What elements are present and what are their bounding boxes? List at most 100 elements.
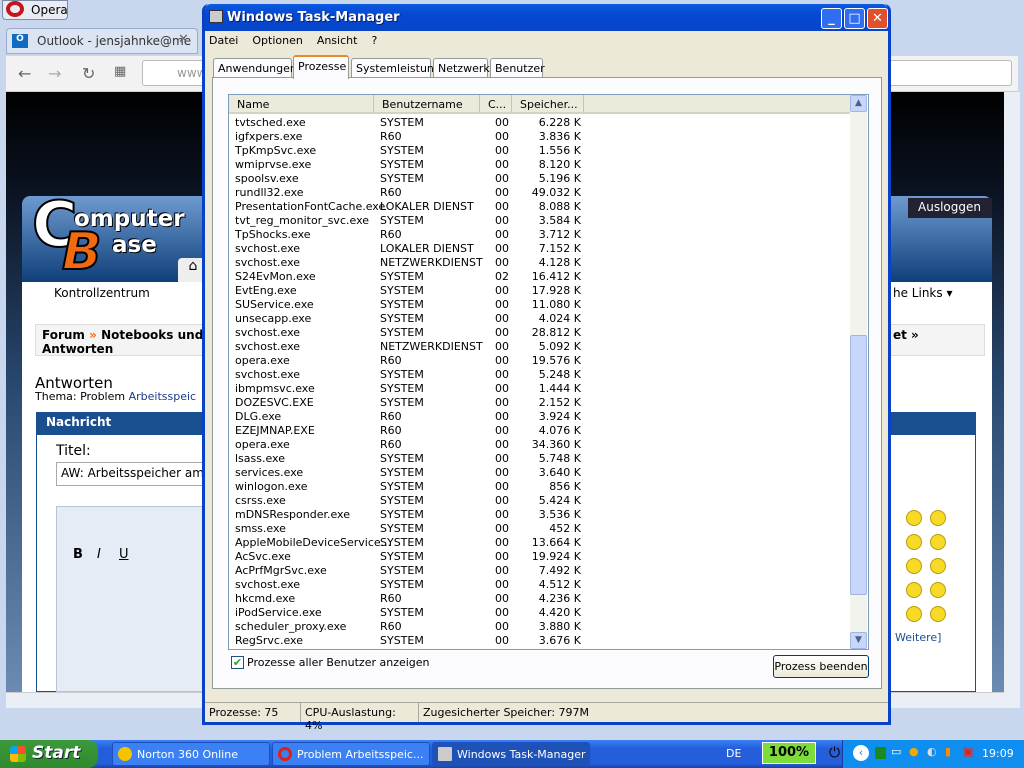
- list-scrollbar[interactable]: ▲ ▼: [850, 95, 867, 649]
- process-row[interactable]: DLG.exe R60 00 3.924 K: [229, 410, 850, 424]
- title-bar[interactable]: Windows Task-Manager: [205, 4, 888, 31]
- logout-link[interactable]: Ausloggen: [908, 198, 992, 218]
- process-row[interactable]: AcPrfMgrSvc.exe SYSTEM 00 7.492 K: [229, 564, 850, 578]
- menu-ansicht[interactable]: Ansicht: [317, 34, 358, 48]
- process-row[interactable]: EZEJMNAP.EXE R60 00 4.076 K: [229, 424, 850, 438]
- show-hidden-icons-button[interactable]: ‹: [853, 745, 869, 761]
- process-row[interactable]: S24EvMon.exe SYSTEM 02 16.412 K: [229, 270, 850, 284]
- process-row[interactable]: svchost.exe SYSTEM 00 28.812 K: [229, 326, 850, 340]
- process-row[interactable]: opera.exe R60 00 34.360 K: [229, 438, 850, 452]
- underline-icon[interactable]: U: [119, 547, 129, 562]
- process-row[interactable]: AcSvc.exe SYSTEM 00 19.924 K: [229, 550, 850, 564]
- forward-icon[interactable]: →: [48, 64, 61, 83]
- process-row[interactable]: ibmpmsvc.exe SYSTEM 00 1.444 K: [229, 382, 850, 396]
- process-row[interactable]: lsass.exe SYSTEM 00 5.748 K: [229, 452, 850, 466]
- vertical-scrollbar[interactable]: [1004, 92, 1020, 708]
- battery-indicator[interactable]: 100%: [762, 742, 816, 764]
- tab-prozesse[interactable]: Prozesse: [293, 55, 349, 79]
- process-row[interactable]: hkcmd.exe R60 00 4.236 K: [229, 592, 850, 606]
- network-icon[interactable]: ▣: [963, 745, 973, 758]
- language-indicator[interactable]: DE: [726, 747, 741, 760]
- tab-close-icon[interactable]: ✕: [178, 32, 189, 47]
- more-smilies-link[interactable]: Weitere]: [895, 631, 941, 644]
- wireless-icon[interactable]: ▭: [891, 745, 901, 758]
- nav-links-menu[interactable]: he Links ▾: [893, 286, 952, 300]
- tray-app-icon[interactable]: [875, 747, 886, 759]
- process-row[interactable]: scheduler_proxy.exe R60 00 3.880 K: [229, 620, 850, 634]
- menu-optionen[interactable]: Optionen: [252, 34, 302, 48]
- title-input[interactable]: AW: Arbeitsspeicher am: [56, 462, 206, 486]
- minimize-button[interactable]: _: [821, 8, 842, 29]
- process-row[interactable]: EvtEng.exe SYSTEM 00 17.928 K: [229, 284, 850, 298]
- process-row[interactable]: services.exe SYSTEM 00 3.640 K: [229, 466, 850, 480]
- process-row[interactable]: svchost.exe NETZWERKDIENST 00 4.128 K: [229, 256, 850, 270]
- process-row[interactable]: TpShocks.exe R60 00 3.712 K: [229, 228, 850, 242]
- norton-tray-icon[interactable]: ●: [909, 745, 919, 758]
- column-memory[interactable]: Speicher...: [512, 95, 584, 112]
- tab-benutzer[interactable]: Benutzer: [490, 58, 545, 78]
- process-row[interactable]: smss.exe SYSTEM 00 452 K: [229, 522, 850, 536]
- process-row[interactable]: svchost.exe SYSTEM 00 4.512 K: [229, 578, 850, 592]
- process-row[interactable]: PresentationFontCache.exe LOKALER DIENST 0…: [229, 200, 850, 214]
- process-row[interactable]: RegSrvc.exe SYSTEM 00 3.676 K: [229, 634, 850, 648]
- thema-link[interactable]: Arbeitsspeic: [129, 390, 196, 403]
- taskbar-item-task-manager[interactable]: Windows Task-Manager: [432, 742, 590, 766]
- smiley-icon[interactable]: [930, 558, 946, 574]
- process-row[interactable]: winlogon.exe SYSTEM 00 856 K: [229, 480, 850, 494]
- browser-tab-outlook[interactable]: Outlook - jensjahnke@me: [6, 28, 198, 54]
- menu-help[interactable]: ?: [371, 34, 377, 48]
- taskbar-item-opera[interactable]: Problem Arbeitsspeic...: [272, 742, 430, 766]
- smiley-icon[interactable]: [906, 510, 922, 526]
- scroll-down-button[interactable]: ▼: [850, 632, 867, 649]
- signal-icon[interactable]: ▮: [945, 745, 951, 758]
- process-row[interactable]: wmiprvse.exe SYSTEM 00 8.120 K: [229, 158, 850, 172]
- process-row[interactable]: opera.exe R60 00 19.576 K: [229, 354, 850, 368]
- column-cpu[interactable]: C...: [480, 95, 512, 112]
- taskbar-item-norton[interactable]: Norton 360 Online: [112, 742, 270, 766]
- tab-netzwerk[interactable]: Netzwerk: [433, 58, 490, 78]
- process-row[interactable]: tvt_reg_monitor_svc.exe SYSTEM 00 3.584 K: [229, 214, 850, 228]
- process-row[interactable]: igfxpers.exe R60 00 3.836 K: [229, 130, 850, 144]
- tab-systemleistung[interactable]: Systemleistung: [351, 58, 441, 78]
- process-row[interactable]: mDNSResponder.exe SYSTEM 00 3.536 K: [229, 508, 850, 522]
- process-row[interactable]: TpKmpSvc.exe SYSTEM 00 1.556 K: [229, 144, 850, 158]
- process-row[interactable]: svchost.exe SYSTEM 00 5.248 K: [229, 368, 850, 382]
- breadcrumb-forum[interactable]: Forum: [42, 328, 85, 342]
- tab-anwendungen[interactable]: Anwendungen: [213, 58, 297, 78]
- smiley-icon[interactable]: [930, 582, 946, 598]
- smiley-icon[interactable]: [930, 510, 946, 526]
- column-name[interactable]: Name: [229, 95, 374, 112]
- process-row[interactable]: svchost.exe NETZWERKDIENST 00 5.092 K: [229, 340, 850, 354]
- process-row[interactable]: tvtsched.exe SYSTEM 00 6.228 K: [229, 116, 850, 130]
- process-row[interactable]: rundll32.exe R60 00 49.032 K: [229, 186, 850, 200]
- volume-icon[interactable]: ◐: [927, 745, 937, 758]
- back-icon[interactable]: ←: [18, 64, 31, 83]
- smiley-icon[interactable]: [906, 606, 922, 622]
- smiley-icon[interactable]: [906, 582, 922, 598]
- process-row[interactable]: SUService.exe SYSTEM 00 11.080 K: [229, 298, 850, 312]
- process-row[interactable]: DOZESVC.EXE SYSTEM 00 2.152 K: [229, 396, 850, 410]
- scroll-thumb[interactable]: [850, 335, 867, 595]
- smiley-icon[interactable]: [906, 534, 922, 550]
- menu-datei[interactable]: Datei: [209, 34, 238, 48]
- smiley-icon[interactable]: [906, 558, 922, 574]
- scroll-up-button[interactable]: ▲: [850, 95, 867, 112]
- process-list[interactable]: Name Benutzername C... Speicher... tvtsc…: [228, 94, 869, 650]
- smiley-icon[interactable]: [930, 534, 946, 550]
- close-button[interactable]: ✕: [867, 8, 888, 29]
- end-process-button[interactable]: Prozess beenden: [773, 655, 869, 678]
- smiley-icon[interactable]: [930, 606, 946, 622]
- bold-icon[interactable]: B: [73, 547, 83, 562]
- breadcrumb-section[interactable]: Notebooks und: [101, 328, 203, 342]
- italic-icon[interactable]: I: [97, 547, 101, 562]
- process-row[interactable]: unsecapp.exe SYSTEM 00 4.024 K: [229, 312, 850, 326]
- speed-dial-icon[interactable]: ▦: [114, 64, 126, 79]
- clock[interactable]: 19:09: [982, 747, 1014, 760]
- process-row[interactable]: csrss.exe SYSTEM 00 5.424 K: [229, 494, 850, 508]
- nav-kontrollzentrum[interactable]: Kontrollzentrum: [54, 286, 150, 300]
- reload-icon[interactable]: ↻: [82, 64, 95, 83]
- show-all-users-label[interactable]: Prozesse aller Benutzer anzeigen: [247, 656, 430, 669]
- process-row[interactable]: AppleMobileDeviceService... SYSTEM 00 13.66…: [229, 536, 850, 550]
- column-user[interactable]: Benutzername: [374, 95, 480, 112]
- show-all-users-checkbox[interactable]: ✔: [231, 656, 244, 669]
